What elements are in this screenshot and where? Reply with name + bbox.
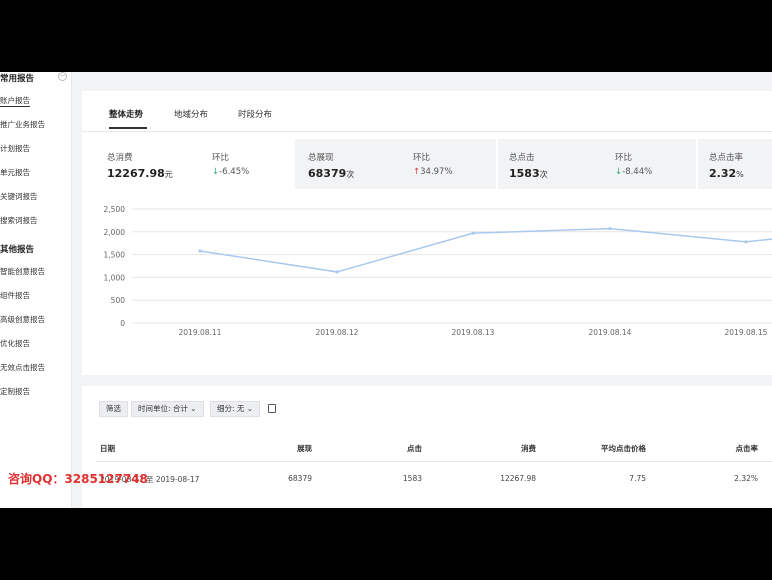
sidebar: 常用报告 − 账户报告 推广业务报告 计划报告 单元报告 关键词报告 搜索词报告… [0,72,72,508]
chevron-down-icon: ⌄ [244,404,254,413]
time-unit-label: 时间单位: 合计 [138,404,188,413]
cell-avg-cpc: 7.75 [629,474,646,483]
y-tick-label: 1,500 [104,251,126,260]
col-header-date[interactable]: 日期 [100,443,115,454]
ratio-label: 环比 [615,153,633,163]
y-tick-label: 2,000 [104,228,126,237]
metric-change: ↑34.97% [413,167,453,177]
y-tick-label: 2,500 [104,205,126,214]
tab-divider [82,131,772,132]
data-point [744,240,748,244]
cell-impressions: 68379 [288,474,312,483]
sidebar-item-custom-report[interactable]: 定制报告 [0,386,30,397]
y-tick-label: 500 [111,296,126,305]
col-header-impressions[interactable]: 展现 [272,443,312,454]
time-unit-dropdown[interactable]: 时间单位: 合计 ⌄ [131,401,204,417]
sidebar-item-keyword-report[interactable]: 关键词报告 [0,191,38,202]
sidebar-item-unit-report[interactable]: 单元报告 [0,167,30,178]
trend-panel: 整体走势 地域分布 时段分布 总消费 12267.98元 环比 ↓-6.45% … [82,91,772,375]
sidebar-item-component-report[interactable]: 组件报告 [0,290,30,301]
data-point [335,270,339,274]
report-screen: 常用报告 − 账户报告 推广业务报告 计划报告 单元报告 关键词报告 搜索词报告… [0,72,772,508]
col-header-cost[interactable]: 消费 [496,443,536,454]
metric-card-impressions[interactable]: 总展现 68379次 环比 ↑34.97% [295,139,496,189]
sidebar-item-business-report[interactable]: 推广业务报告 [0,119,45,130]
metric-value: 2.32% [709,167,744,180]
data-point [608,227,612,231]
tab-region-distribution[interactable]: 地域分布 [174,108,208,120]
metric-value: 12267.98元 [107,167,173,180]
sidebar-item-plan-report[interactable]: 计划报告 [0,143,30,154]
metric-card-clicks[interactable]: 总点击 1583次 环比 ↓-8.44% [498,139,696,189]
y-tick-label: 1,000 [104,273,126,282]
x-tick-label: 2019.08.12 [316,328,359,337]
x-tick-label: 2019.08.13 [452,328,495,337]
active-tab-indicator [109,127,147,129]
metric-cards: 总消费 12267.98元 环比 ↓-6.45% 总展现 68379次 环比 ↑… [96,139,772,189]
x-tick-label: 2019.08.14 [589,328,632,337]
col-header-clicks[interactable]: 点击 [382,443,422,454]
metric-value: 1583次 [509,167,548,180]
sidebar-item-search-term-report[interactable]: 搜索词报告 [0,215,38,226]
sidebar-item-account-report[interactable]: 账户报告 [0,95,30,107]
tab-overall-trend[interactable]: 整体走势 [109,108,143,120]
cell-ctr: 2.32% [734,474,758,483]
sidebar-group-other: 其他报告 [0,245,35,255]
x-tick-label: 2019.08.11 [179,328,222,337]
watermark-text: 咨询QQ：3285127748 [8,472,148,486]
data-point [471,231,475,235]
metric-change: ↓-8.44% [615,167,653,177]
breakdown-label: 细分: 无 [217,404,245,413]
col-header-avg-cpc[interactable]: 平均点击价格 [576,443,646,454]
metric-label: 总消费 [107,153,133,163]
data-point [198,249,202,253]
sidebar-item-optimization-report[interactable]: 优化报告 [0,338,30,349]
series-line [199,227,772,273]
x-tick-label: 2019.08.15 [725,328,768,337]
col-header-ctr[interactable]: 点击率 [718,443,759,454]
ratio-label: 环比 [413,153,431,163]
metric-card-ctr[interactable]: 总点击率 2.32% [698,139,772,189]
metric-change: ↓-6.45% [212,167,250,177]
sidebar-item-smart-creative-report[interactable]: 智能创意报告 [0,266,45,277]
trend-line-chart: 2,500 2,000 1,500 1,000 500 0 2019.08.11 2019.0… [104,205,772,337]
filter-button[interactable]: 筛选 [99,401,128,417]
metric-label: 总点击 [509,153,535,163]
metric-label: 总点击率 [709,153,744,163]
cell-cost: 12267.98 [500,474,536,483]
cell-clicks: 1583 [402,474,422,483]
data-table-panel: 筛选 时间单位: 合计 ⌄ 细分: 无 ⌄ 日期 展现 点击 消费 平均点击价格… [82,386,772,508]
tab-time-distribution[interactable]: 时段分布 [238,108,272,120]
metric-label: 总展现 [308,153,334,163]
table-header [96,432,772,462]
chevron-down-icon: ⌄ [187,404,197,413]
sidebar-item-advanced-creative-report[interactable]: 高级创意报告 [0,314,45,325]
metric-card-cost[interactable]: 总消费 12267.98元 环比 ↓-6.45% [96,139,295,189]
ratio-label: 环比 [212,153,230,163]
metric-value: 68379次 [308,167,355,180]
sidebar-item-invalid-click-report[interactable]: 无效点击报告 [0,362,45,373]
sidebar-group-common: 常用报告 [0,74,35,84]
y-tick-label: 0 [120,319,125,328]
download-icon[interactable] [268,404,276,413]
breakdown-dropdown[interactable]: 细分: 无 ⌄ [210,401,261,417]
collapse-icon[interactable]: − [58,72,67,81]
